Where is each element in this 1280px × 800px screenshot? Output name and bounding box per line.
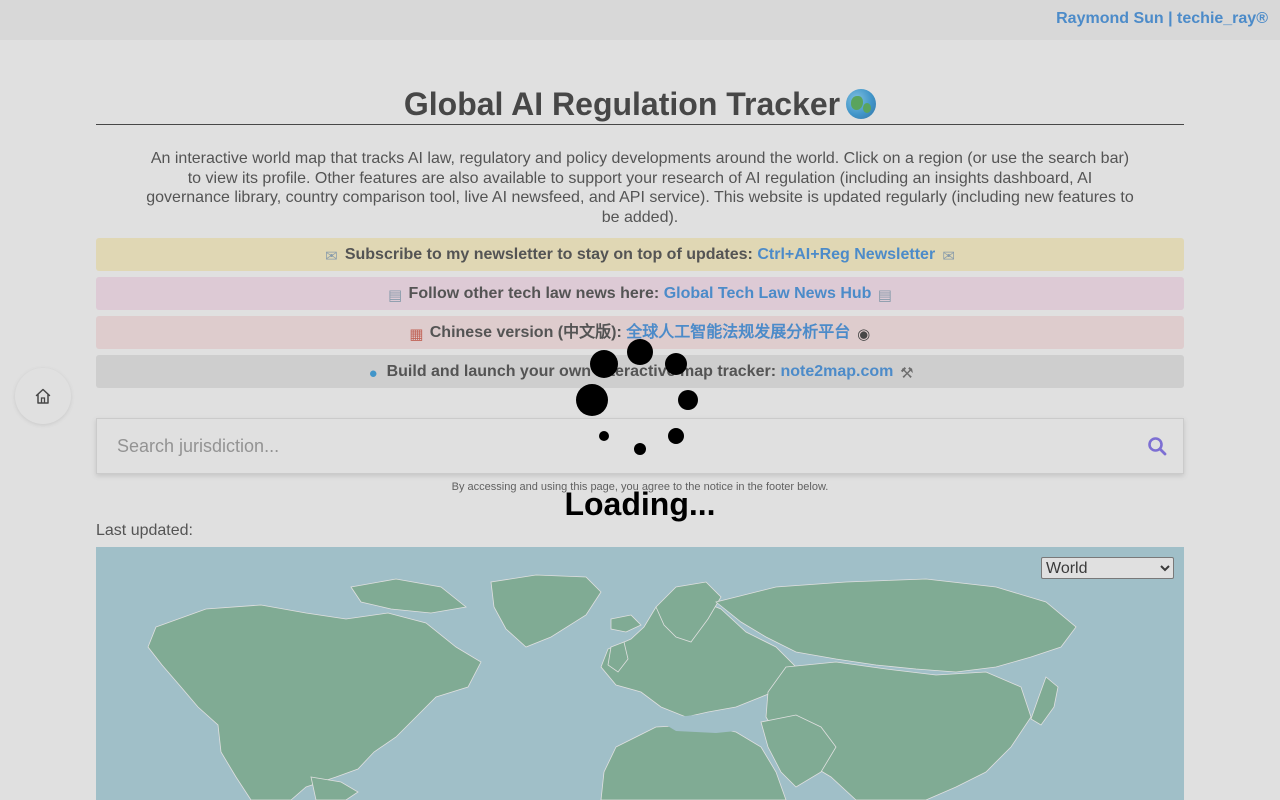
page: Raymond Sun | techie_ray® Global AI Regu… <box>0 0 1280 800</box>
loading-overlay <box>0 0 1280 800</box>
loading-text: Loading... <box>564 486 716 522</box>
